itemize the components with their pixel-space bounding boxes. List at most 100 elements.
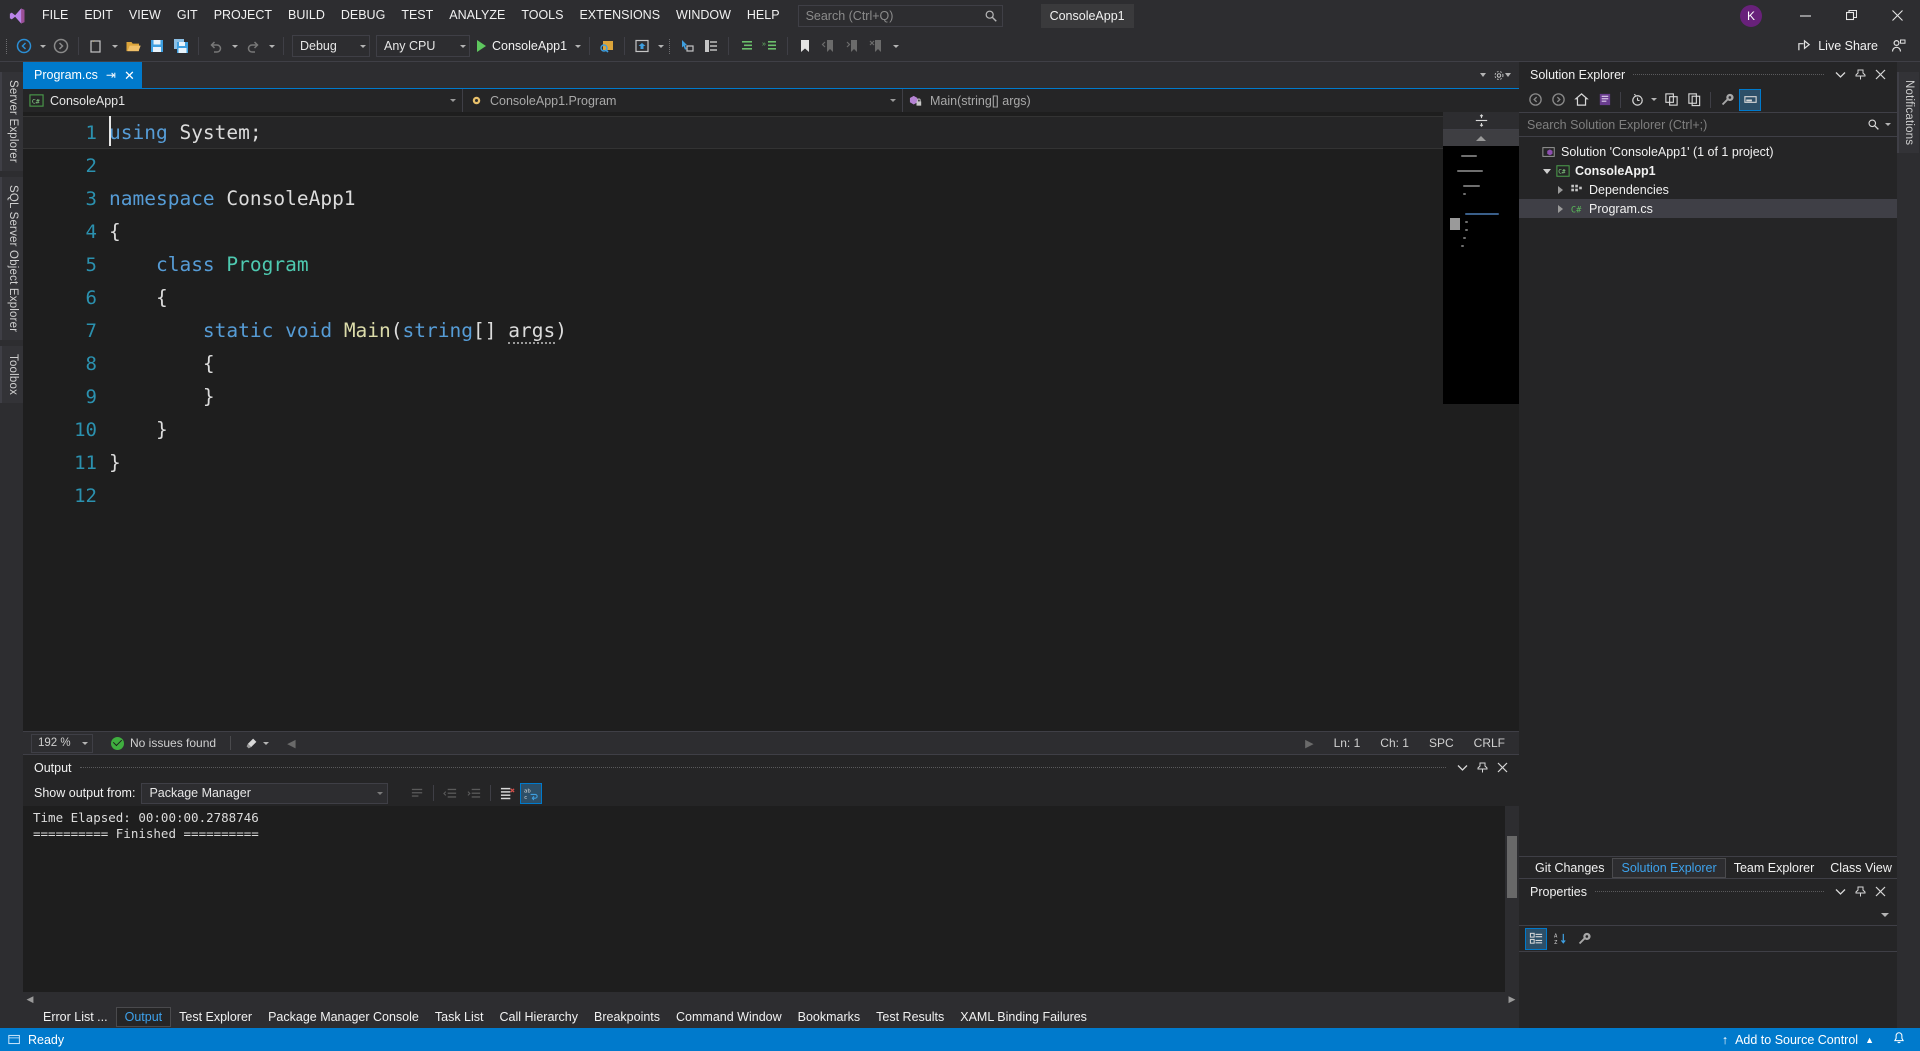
toolbar-grip[interactable] — [4, 36, 12, 56]
add-to-source-control-button[interactable]: ↑ Add to Source Control ▲ — [1716, 1028, 1880, 1051]
zoom-level-select[interactable]: 192 % — [31, 733, 93, 753]
right-dock-tab-git-changes[interactable]: Git Changes — [1527, 859, 1612, 877]
chevron-down-icon[interactable] — [1539, 168, 1554, 174]
pin-icon[interactable]: ⇥ — [106, 68, 116, 82]
dock-tab-breakpoints[interactable]: Breakpoints — [586, 1008, 668, 1026]
new-project-dropdown[interactable] — [108, 34, 121, 58]
output-text-area[interactable]: Time Elapsed: 00:00:00.2788746 =========… — [23, 806, 1519, 992]
new-project-button[interactable] — [84, 34, 108, 58]
clear-all-button[interactable] — [496, 783, 518, 804]
pending-changes-button[interactable] — [1593, 89, 1615, 111]
menu-debug[interactable]: DEBUG — [333, 0, 393, 31]
scrollbar-thumb[interactable] — [1507, 836, 1517, 898]
redo-dropdown[interactable] — [265, 34, 278, 58]
hot-reload-button[interactable] — [630, 34, 654, 58]
scroll-left-icon[interactable]: ◀ — [287, 737, 295, 750]
indentation-indicator[interactable]: SPC — [1429, 736, 1454, 750]
output-vertical-scrollbar[interactable] — [1505, 806, 1519, 992]
toolbar-grip[interactable] — [667, 36, 675, 56]
code-line[interactable]: 6 { — [23, 281, 1443, 314]
dock-tab-task-list[interactable]: Task List — [427, 1008, 492, 1026]
chevron-down-icon[interactable] — [1832, 66, 1849, 83]
solution-configuration-select[interactable]: Debug — [292, 35, 370, 57]
menu-git[interactable]: GIT — [169, 0, 206, 31]
code-editor[interactable]: 1 using System; 2 3 namespace ConsoleApp1 4{5… — [23, 112, 1443, 731]
avatar[interactable]: K — [1740, 4, 1762, 27]
sidebar-item-sql-server-object-explorer[interactable]: SQL Server Object Explorer — [0, 176, 23, 341]
menu-tools[interactable]: TOOLS — [513, 0, 571, 31]
code-line[interactable]: 1 using System; — [23, 116, 1443, 149]
code-line[interactable]: 5 class Program — [23, 248, 1443, 281]
output-horizontal-scrollbar[interactable]: ◀ ▶ — [23, 992, 1519, 1006]
document-tab-program-cs[interactable]: Program.cs ⇥ ✕ — [23, 62, 142, 88]
dock-tab-error-list[interactable]: Error List ... — [35, 1008, 116, 1026]
chevron-down-icon[interactable] — [1832, 883, 1849, 900]
toggle-word-wrap-button[interactable]: ab c — [520, 782, 543, 804]
preview-selected-items-button[interactable] — [1739, 88, 1761, 111]
attach-to-process-button[interactable] — [675, 34, 699, 58]
line-endings-indicator[interactable]: CRLF — [1474, 736, 1505, 750]
dock-tab-output[interactable]: Output — [115, 1007, 172, 1027]
categorized-button[interactable] — [1525, 927, 1547, 950]
increase-indent-button[interactable] — [734, 34, 758, 58]
properties-grid[interactable] — [1519, 952, 1897, 1028]
code-line[interactable]: 9 } — [23, 380, 1443, 413]
live-share-button[interactable]: Live Share — [1789, 34, 1886, 58]
clear-bookmarks-button[interactable] — [865, 34, 889, 58]
go-to-next-message-button[interactable] — [463, 783, 485, 804]
scroll-up-button[interactable] — [1443, 130, 1519, 146]
gear-icon[interactable] — [1493, 66, 1511, 84]
tree-item-consoleapp1[interactable]: C# ConsoleApp1 — [1519, 161, 1897, 180]
chevron-right-icon[interactable] — [1553, 186, 1568, 194]
undo-button[interactable] — [204, 34, 228, 58]
redo-button[interactable] — [241, 34, 265, 58]
notifications-button[interactable] — [1888, 1031, 1910, 1048]
code-minimap[interactable] — [1443, 146, 1519, 404]
comment-selection-button[interactable]: » — [758, 34, 782, 58]
next-bookmark-button[interactable] — [841, 34, 865, 58]
output-source-select[interactable]: Package Manager — [141, 782, 389, 804]
show-all-files-button[interactable] — [1626, 89, 1648, 111]
tree-item-program-cs[interactable]: C# Program.cs — [1519, 199, 1897, 218]
pin-icon[interactable] — [1852, 883, 1869, 900]
search-input[interactable] — [805, 8, 984, 23]
close-icon[interactable] — [1494, 759, 1511, 776]
navigate-back-button[interactable] — [1524, 89, 1546, 111]
open-file-button[interactable] — [121, 34, 145, 58]
dock-tab-bookmarks[interactable]: Bookmarks — [790, 1008, 869, 1026]
menu-project[interactable]: PROJECT — [206, 0, 280, 31]
find-message-button[interactable] — [406, 783, 428, 804]
close-icon[interactable] — [1872, 883, 1889, 900]
save-button[interactable] — [145, 34, 169, 58]
code-line[interactable]: 8 { — [23, 347, 1443, 380]
code-line[interactable]: 12 — [23, 479, 1443, 512]
code-line[interactable]: 2 — [23, 149, 1443, 182]
home-button[interactable] — [1570, 89, 1592, 111]
scroll-right-icon[interactable]: ▶ — [1305, 737, 1313, 750]
navigate-back-button[interactable] — [12, 34, 36, 58]
code-line[interactable]: 4{ — [23, 215, 1443, 248]
solution-explorer-search[interactable] — [1519, 113, 1897, 137]
minimize-button[interactable] — [1782, 0, 1828, 31]
code-cleanup-button[interactable] — [245, 737, 270, 750]
chevron-down-icon[interactable] — [880, 99, 896, 102]
restore-button[interactable] — [1828, 0, 1874, 31]
issues-status[interactable]: No issues found — [111, 736, 216, 750]
dock-tab-test-results[interactable]: Test Results — [868, 1008, 952, 1026]
right-dock-tab-team-explorer[interactable]: Team Explorer — [1726, 859, 1823, 877]
menu-file[interactable]: FILE — [34, 0, 76, 31]
go-to-previous-message-button[interactable] — [439, 783, 461, 804]
pin-icon[interactable] — [1852, 66, 1869, 83]
tree-item-dependencies[interactable]: Dependencies — [1519, 180, 1897, 199]
code-line[interactable]: 3 namespace ConsoleApp1 — [23, 182, 1443, 215]
solution-platform-select[interactable]: Any CPU — [376, 35, 470, 57]
menu-view[interactable]: VIEW — [121, 0, 169, 31]
breadcrumb-member[interactable]: Main(string[] args) — [903, 89, 1519, 112]
quick-launch-search[interactable] — [797, 4, 1003, 27]
menu-extensions[interactable]: EXTENSIONS — [571, 0, 668, 31]
menu-test[interactable]: TEST — [393, 0, 441, 31]
save-all-button[interactable] — [169, 34, 193, 58]
close-icon[interactable] — [1872, 66, 1889, 83]
sidebar-item-notifications[interactable]: Notifications — [1897, 72, 1919, 154]
scroll-left-icon[interactable]: ◀ — [23, 992, 37, 1006]
